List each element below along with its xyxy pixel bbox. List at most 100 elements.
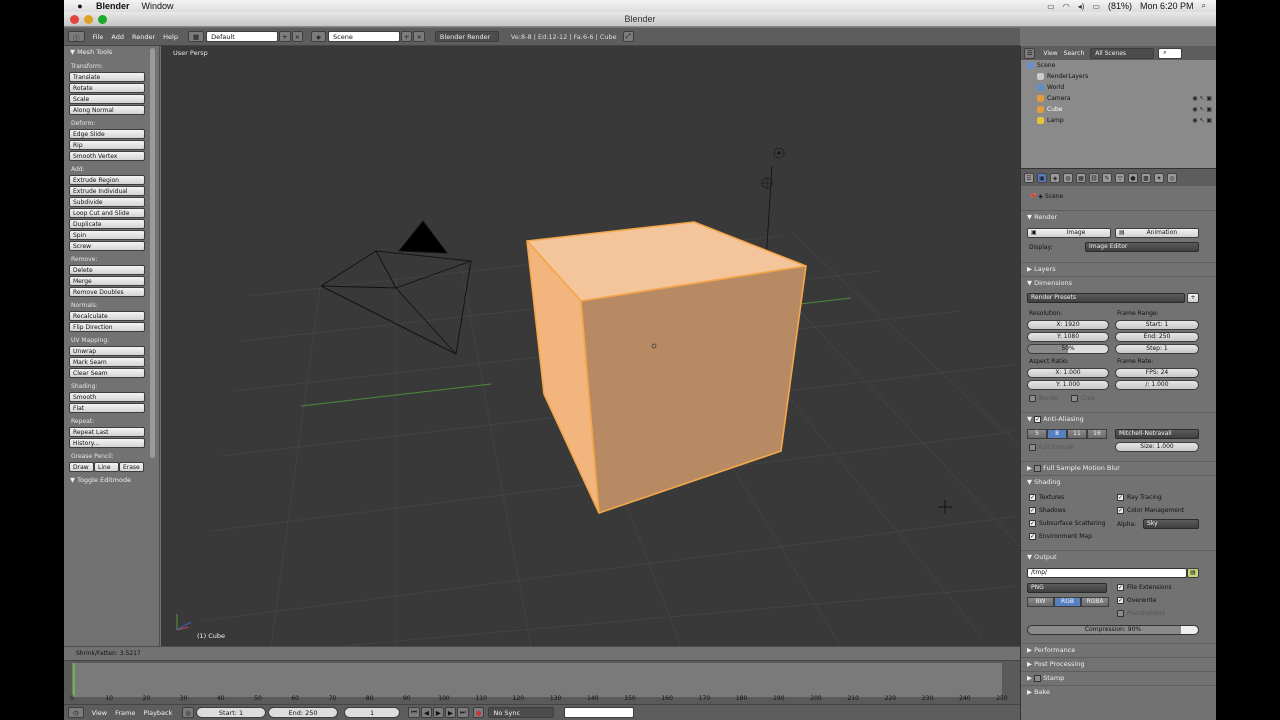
outliner-row-lamp[interactable]: Lamp ◉ ↖ ▣: [1021, 115, 1216, 126]
zoom-window-icon[interactable]: [98, 15, 107, 24]
frame-step-field[interactable]: Step: 1: [1115, 344, 1199, 354]
shading-panel-header[interactable]: ▼ Shading: [1021, 475, 1216, 487]
screen-layout-field[interactable]: Default: [206, 31, 279, 42]
ray-tracing-checkbox[interactable]: ✓ Ray Tracing: [1117, 494, 1162, 501]
alpha-select[interactable]: Sky: [1143, 519, 1199, 529]
data-tab-icon[interactable]: ▽: [1115, 172, 1125, 183]
screw-button[interactable]: Screw: [69, 241, 145, 251]
post-processing-panel-header[interactable]: ▶ Post Processing: [1021, 657, 1216, 669]
end-frame-field[interactable]: End: 250: [268, 707, 339, 718]
aa-samples-11[interactable]: 11: [1067, 429, 1087, 439]
tool-shelf-scrollbar[interactable]: [150, 48, 155, 458]
toggle-editmode-header[interactable]: ▼ Toggle Editmode: [64, 476, 159, 484]
search-icon[interactable]: ⌕: [1202, 1, 1206, 11]
constraints-tab-icon[interactable]: ⛓: [1089, 172, 1099, 183]
motion-blur-checkbox[interactable]: [1034, 464, 1042, 472]
outliner-menu-search[interactable]: Search: [1064, 50, 1085, 57]
dimensions-panel-header[interactable]: ▼ Dimensions: [1021, 276, 1216, 288]
scale-button[interactable]: Scale: [69, 94, 145, 104]
jump-start-icon[interactable]: ⏮: [408, 707, 420, 718]
anti-aliasing-panel-header[interactable]: ▼ ✓ Anti-Aliasing: [1021, 412, 1216, 424]
color-mode-rgba[interactable]: RGBA: [1081, 597, 1109, 607]
edge-slide-button[interactable]: Edge Slide: [69, 129, 145, 139]
timeline-ruler[interactable]: [72, 663, 1012, 697]
extrude-individual-button[interactable]: Extrude Individual: [69, 186, 145, 196]
file-format-select[interactable]: PNG: [1027, 583, 1107, 593]
flat-button[interactable]: Flat: [69, 403, 145, 413]
stamp-panel-header[interactable]: ▶ Stamp: [1021, 671, 1216, 683]
timeline[interactable]: 0 10 20 30 40 50 60 70 80 90 100 110 120 130 140 150 160…: [64, 660, 1020, 704]
merge-button[interactable]: Merge: [69, 276, 145, 286]
minimize-window-icon[interactable]: [84, 15, 93, 24]
subsurface-scattering-checkbox[interactable]: ✓ Subsurface Scattering: [1029, 520, 1105, 527]
aa-filter-select[interactable]: Mitchell-Netravali: [1115, 429, 1199, 439]
performance-panel-header[interactable]: ▶ Performance: [1021, 643, 1216, 655]
remove-doubles-button[interactable]: Remove Doubles: [69, 287, 145, 297]
lamp-visibility-icon[interactable]: ◉ ↖ ▣: [1192, 115, 1212, 126]
crop-checkbox[interactable]: Crop: [1071, 395, 1095, 402]
overwrite-checkbox[interactable]: ✓ Overwrite: [1117, 597, 1157, 604]
clock[interactable]: Mon 6:20 PM: [1140, 1, 1194, 11]
menu-file[interactable]: File: [93, 33, 104, 41]
extrude-region-button[interactable]: Extrude Region: [69, 175, 145, 185]
outliner-filter-select[interactable]: All Scenes: [1090, 47, 1155, 59]
smooth-button[interactable]: Smooth: [69, 392, 145, 402]
scene-icon[interactable]: ◈: [311, 31, 327, 42]
render-tab-icon[interactable]: ▣: [1037, 172, 1047, 183]
viewport-scene[interactable]: [161, 46, 1020, 646]
jump-end-icon[interactable]: ⏭: [456, 707, 469, 718]
aspect-x-field[interactable]: X: 1.000: [1027, 368, 1109, 378]
textures-checkbox[interactable]: ✓ Textures: [1029, 494, 1064, 501]
keying-set-field[interactable]: [564, 707, 635, 718]
prev-keyframe-icon[interactable]: ◀: [420, 707, 432, 718]
3d-viewport[interactable]: User Persp (1) Cube: [161, 46, 1020, 646]
translate-button[interactable]: Translate: [69, 72, 145, 82]
world-tab-icon[interactable]: ◍: [1063, 172, 1073, 183]
cube-object[interactable]: [526, 221, 807, 514]
texture-tab-icon[interactable]: ▩: [1141, 172, 1151, 183]
duplicate-button[interactable]: Duplicate: [69, 219, 145, 229]
scene-field[interactable]: Scene: [328, 31, 401, 42]
remove-layout-icon[interactable]: ×: [291, 31, 304, 42]
play-icon[interactable]: ▶: [432, 707, 444, 718]
environment-map-checkbox[interactable]: ✓ Environment Map: [1029, 533, 1092, 540]
next-keyframe-icon[interactable]: ▶: [444, 707, 456, 718]
object-tab-icon[interactable]: ▦: [1076, 172, 1086, 183]
output-path-field[interactable]: /tmp/: [1027, 568, 1187, 578]
outliner-row-cube[interactable]: Cube ◉ ↖ ▣: [1021, 104, 1216, 115]
loop-cut-and-slide-button[interactable]: Loop Cut and Slide: [69, 208, 145, 218]
properties-editor-icon[interactable]: ☰: [1024, 172, 1034, 183]
remove-scene-icon[interactable]: ×: [413, 31, 425, 42]
render-animation-button[interactable]: ▤ Animation: [1115, 228, 1199, 238]
volume-icon[interactable]: ◂): [1078, 2, 1085, 11]
current-frame-marker[interactable]: [73, 663, 75, 697]
window-menu[interactable]: Window: [142, 1, 174, 11]
screen-icon[interactable]: ▭: [1047, 2, 1055, 11]
spin-button[interactable]: Spin: [69, 230, 145, 240]
motion-blur-panel-header[interactable]: ▶ Full Sample Motion Blur: [1021, 461, 1216, 473]
close-window-icon[interactable]: [70, 15, 79, 24]
full-sample-checkbox[interactable]: Full Sample: [1029, 444, 1074, 451]
output-browse-icon[interactable]: ▤: [1187, 568, 1199, 578]
scene-tab-icon[interactable]: ◈: [1050, 172, 1060, 183]
add-layout-icon[interactable]: +: [279, 31, 291, 42]
resolution-x-field[interactable]: X: 1920: [1027, 320, 1109, 330]
line-button[interactable]: Line: [94, 462, 119, 472]
render-image-button[interactable]: ▣ Image: [1027, 228, 1111, 238]
aa-samples-8[interactable]: 8: [1047, 429, 1067, 439]
subdivide-button[interactable]: Subdivide: [69, 197, 145, 207]
shadows-checkbox[interactable]: ✓ Shadows: [1029, 507, 1066, 514]
recalculate-button[interactable]: Recalculate: [69, 311, 145, 321]
color-mode-rgb[interactable]: RGB: [1054, 597, 1081, 607]
mesh-tools-header[interactable]: ▼ Mesh Tools: [64, 46, 159, 58]
sync-select[interactable]: No Sync: [488, 707, 555, 718]
render-engine-select[interactable]: Blender Render: [434, 31, 499, 42]
frame-end-field[interactable]: End: 250: [1115, 332, 1199, 342]
anti-aliasing-checkbox[interactable]: ✓: [1034, 415, 1042, 423]
border-checkbox[interactable]: Border: [1029, 395, 1059, 402]
physics-tab-icon[interactable]: ◎: [1167, 172, 1177, 183]
placeholders-checkbox[interactable]: Placeholders: [1117, 610, 1165, 617]
fps-field[interactable]: FPS: 24: [1115, 368, 1199, 378]
frame-start-field[interactable]: Start: 1: [1115, 320, 1199, 330]
current-frame-field[interactable]: 1: [344, 707, 401, 718]
